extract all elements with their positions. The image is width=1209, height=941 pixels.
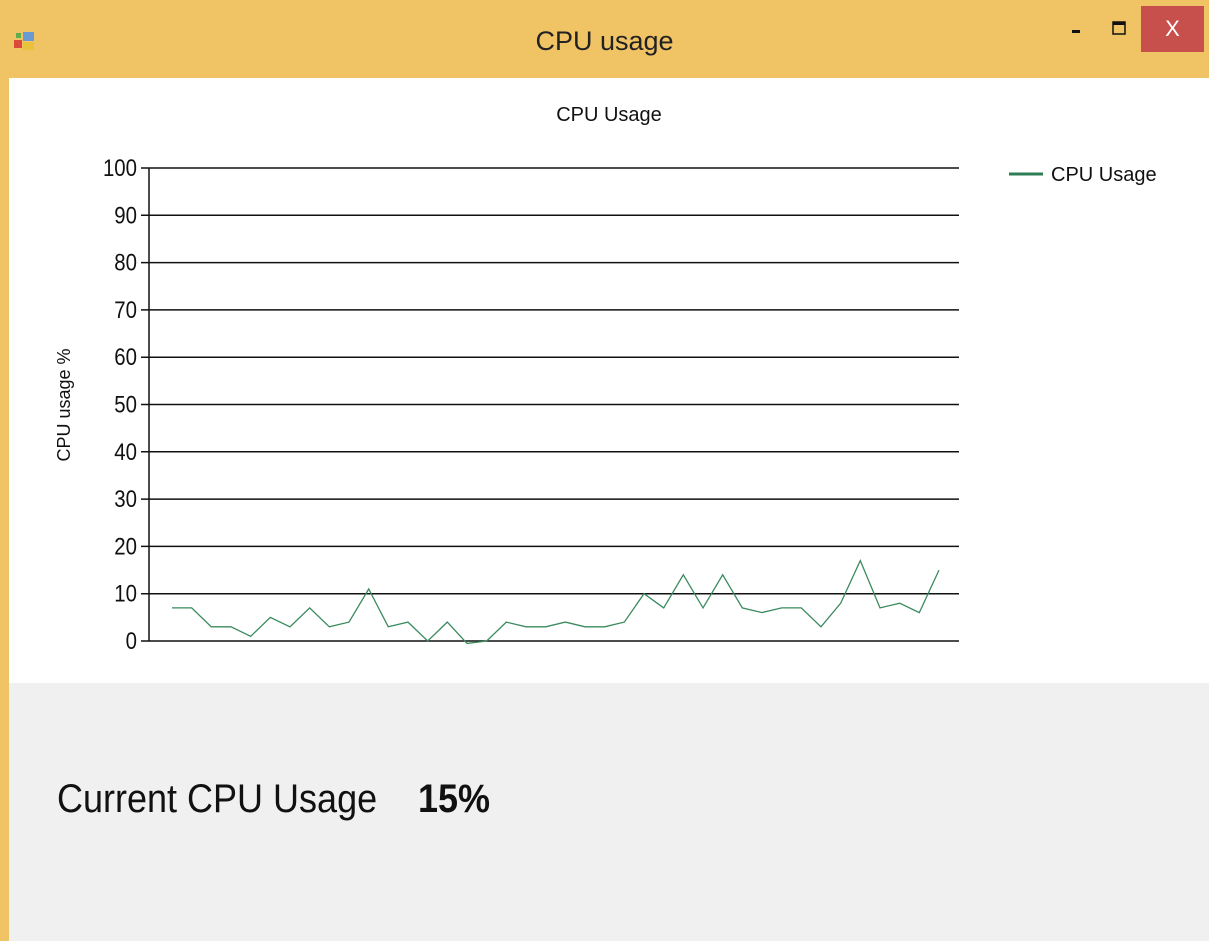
y-tick-label: 20 <box>114 533 137 560</box>
client-area: CPU Usage CPU usage % 0 10 20 30 40 50 60 70 80 9… <box>9 78 1209 941</box>
cpu-usage-chart: CPU Usage CPU usage % 0 10 20 30 40 50 60 70 80 9… <box>54 104 1157 654</box>
current-cpu-usage-value: 15% <box>418 777 491 821</box>
y-tick-label: 50 <box>114 391 137 418</box>
y-tick-label: 30 <box>114 486 137 513</box>
chart-title: CPU Usage <box>556 104 662 126</box>
status-panel: Current CPU Usage 15% <box>9 683 1209 941</box>
y-tick-label: 60 <box>114 344 137 371</box>
current-cpu-usage-label: Current CPU Usage <box>57 777 378 821</box>
y-tick-label: 0 <box>126 627 137 654</box>
minimize-button[interactable] <box>1056 8 1098 48</box>
y-tick-label: 70 <box>114 296 137 323</box>
chart-panel: CPU Usage CPU usage % 0 10 20 30 40 50 60 70 80 9… <box>9 78 1209 683</box>
close-icon: X <box>1165 16 1180 41</box>
title-bar[interactable]: CPU usage X <box>0 0 1209 78</box>
window-title: CPU usage <box>535 26 674 56</box>
y-tick-label: 40 <box>114 438 137 465</box>
maximize-button[interactable] <box>1098 8 1140 48</box>
y-tick-label: 80 <box>114 249 137 276</box>
y-axis-label: CPU usage % <box>54 348 74 461</box>
maximize-icon <box>1112 21 1126 35</box>
y-tick-label: 10 <box>114 580 137 607</box>
close-button[interactable]: X <box>1141 6 1204 52</box>
cpu-usage-series-line <box>172 558 940 645</box>
cpu-usage-window: CPU usage X CPU Usage CPU usage % 0 10 20 3… <box>0 0 1209 941</box>
minimize-icon <box>1072 30 1080 33</box>
y-tick-label: 90 <box>114 202 137 229</box>
legend-label: CPU Usage <box>1051 164 1157 186</box>
y-tick-label: 100 <box>103 154 137 181</box>
legend: CPU Usage <box>1009 164 1157 186</box>
